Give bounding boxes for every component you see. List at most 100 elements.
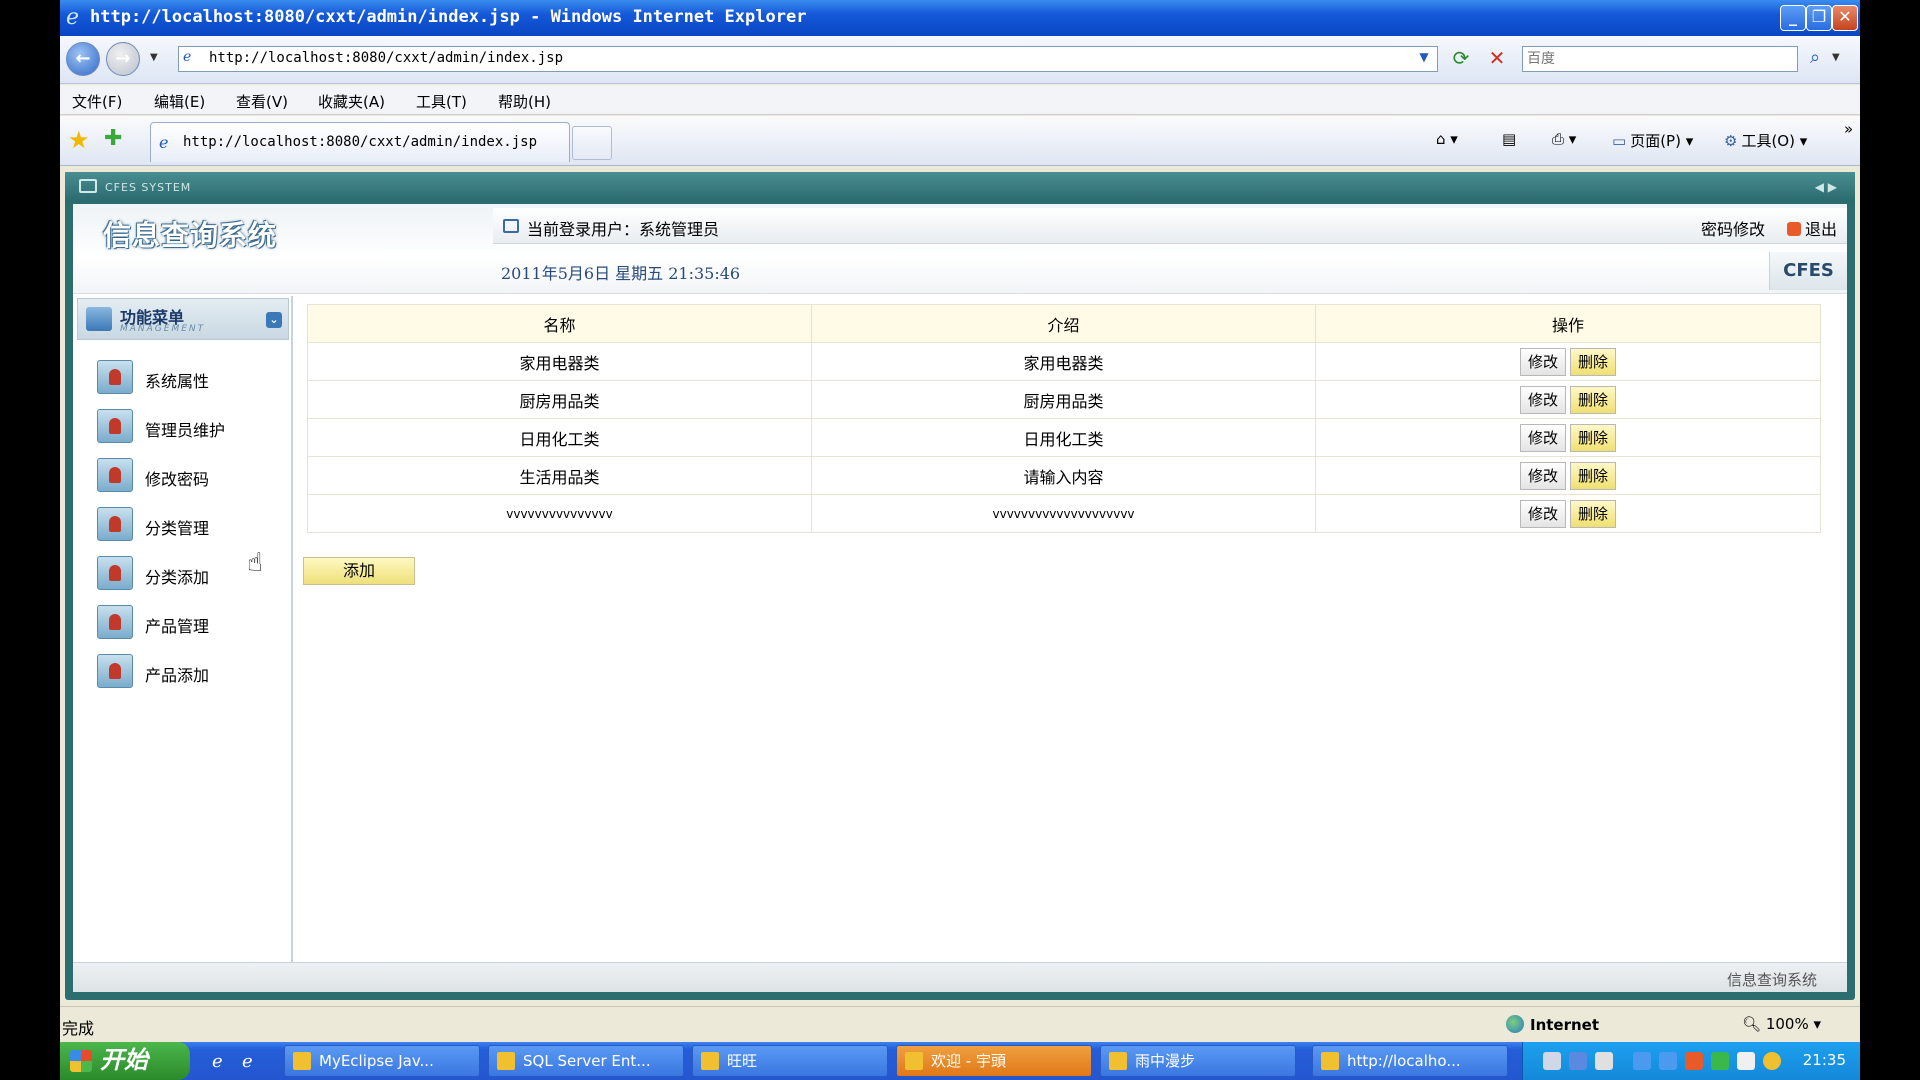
- network-icon[interactable]: [1595, 1052, 1613, 1070]
- address-bar[interactable]: e http://localhost:8080/cxxt/admin/index…: [178, 46, 1438, 72]
- menu-edit[interactable]: 编辑(E): [154, 91, 205, 112]
- menu-folder-icon: [86, 307, 112, 331]
- menu-help[interactable]: 帮助(H): [498, 91, 551, 112]
- tray-app-icon[interactable]: [1763, 1052, 1781, 1070]
- search-options-dropdown-icon[interactable]: ▼: [1832, 52, 1840, 63]
- edit-button[interactable]: 修改: [1520, 499, 1566, 528]
- user-card-icon: [97, 360, 133, 394]
- chevron-more-icon[interactable]: »: [1844, 120, 1853, 138]
- taskbar-item-music[interactable]: 欢迎 - 宇頭: [896, 1045, 1092, 1077]
- taskbar: 开始 e e MyEclipse Jav... SQL Server Ent..…: [60, 1042, 1860, 1080]
- delete-button[interactable]: 删除: [1570, 461, 1616, 490]
- sidebar-header[interactable]: 功能菜单 MANAGEMENT ⌄: [77, 298, 289, 340]
- ie-icon: [1321, 1052, 1339, 1070]
- logout-link[interactable]: 退出: [1786, 216, 1837, 240]
- address-url[interactable]: http://localhost:8080/cxxt/admin/index.j…: [209, 50, 563, 66]
- minimize-button[interactable]: _: [1780, 5, 1806, 31]
- tray-arrow-icon[interactable]: [1569, 1052, 1587, 1070]
- tray-app-icon[interactable]: [1685, 1052, 1703, 1070]
- feeds-icon[interactable]: ▤: [1502, 130, 1516, 148]
- edit-button[interactable]: 修改: [1520, 461, 1566, 490]
- edit-button[interactable]: 修改: [1520, 423, 1566, 452]
- taskbar-item-ie[interactable]: http://localho...: [1312, 1045, 1508, 1077]
- delete-button[interactable]: 删除: [1570, 423, 1616, 452]
- zoom-level[interactable]: 🔍︎ 100% ▾: [1742, 1015, 1821, 1033]
- search-box[interactable]: [1522, 46, 1798, 72]
- status-bar: 完成 Internet 🔍︎ 100% ▾: [60, 1006, 1860, 1042]
- magnifier-icon: 🔍︎: [1742, 1015, 1762, 1033]
- sidebar-item-admin-maintenance[interactable]: 管理员维护: [97, 407, 287, 447]
- forward-button[interactable]: →: [106, 42, 140, 76]
- frame-nav-arrows-icon[interactable]: ◀ ▶: [1815, 180, 1837, 194]
- taskbar-clock: 21:35: [1802, 1051, 1846, 1069]
- page-menu[interactable]: ▭ 页面(P) ▾: [1612, 130, 1693, 151]
- ie-logo-icon: e: [66, 5, 80, 30]
- tray-app-icon[interactable]: [1737, 1052, 1755, 1070]
- address-toolbar: ← → ▼ e http://localhost:8080/cxxt/admin…: [60, 36, 1860, 84]
- add-favorite-icon[interactable]: ✚: [104, 126, 122, 151]
- taskbar-item-rain[interactable]: 雨中漫步: [1100, 1045, 1296, 1077]
- sidebar-item-product-add[interactable]: 产品添加: [97, 652, 287, 692]
- edit-button[interactable]: 修改: [1520, 347, 1566, 376]
- menu-bar: 文件(F) 编辑(E) 查看(V) 收藏夹(A) 工具(T) 帮助(H): [60, 85, 1860, 115]
- new-tab-button[interactable]: [572, 126, 612, 160]
- sidebar-item-product-management[interactable]: 产品管理: [97, 603, 287, 643]
- address-dropdown-icon[interactable]: ▼: [1415, 50, 1433, 68]
- back-button[interactable]: ←: [66, 42, 100, 76]
- refresh-button[interactable]: ⟳: [1446, 44, 1476, 74]
- taskbar-item-myeclipse[interactable]: MyEclipse Jav...: [284, 1045, 480, 1077]
- tray-app-icon[interactable]: [1711, 1052, 1729, 1070]
- delete-button[interactable]: 删除: [1570, 385, 1616, 414]
- sidebar-subtitle: MANAGEMENT: [120, 324, 206, 334]
- menu-favorites[interactable]: 收藏夹(A): [318, 91, 385, 112]
- keyboard-icon[interactable]: [1543, 1052, 1561, 1070]
- cell-actions: 修改 删除: [1315, 380, 1821, 419]
- search-icon[interactable]: ⌕: [1802, 46, 1828, 72]
- taskbar-item-wangwang[interactable]: 旺旺: [692, 1045, 888, 1077]
- cell-actions: 修改 删除: [1315, 456, 1821, 495]
- add-button[interactable]: 添加: [303, 557, 415, 585]
- tab-current[interactable]: e http://localhost:8080/cxxt/admin/index…: [150, 122, 570, 162]
- sidebar-item-category-management[interactable]: 分类管理: [97, 505, 287, 545]
- search-input[interactable]: [1527, 49, 1787, 69]
- ie-quicklaunch-icon[interactable]: e: [242, 1051, 264, 1073]
- home-icon[interactable]: ⌂ ▾: [1436, 130, 1458, 148]
- monitor-icon: [79, 179, 97, 193]
- restore-button[interactable]: ❐: [1806, 5, 1832, 31]
- user-card-icon: [97, 605, 133, 639]
- app-logo-title: 信息查询系统: [103, 219, 278, 252]
- windows-flag-icon: [70, 1050, 92, 1072]
- menu-view[interactable]: 查看(V): [236, 91, 288, 112]
- cell-description: 家用电器类: [811, 342, 1316, 381]
- sidebar-item-label: 产品管理: [145, 617, 210, 636]
- menu-file[interactable]: 文件(F): [72, 91, 122, 112]
- column-header-actions: 操作: [1315, 304, 1821, 343]
- sidebar-item-system-properties[interactable]: 系统属性: [97, 358, 287, 398]
- sidebar-item-change-password[interactable]: 修改密码: [97, 456, 287, 496]
- tray-app-icon[interactable]: [1633, 1052, 1651, 1070]
- app-icon: [293, 1052, 311, 1070]
- stop-button[interactable]: ✕: [1482, 44, 1512, 74]
- collapse-chevron-icon[interactable]: ⌄: [266, 312, 282, 328]
- tray-app-icon[interactable]: [1659, 1052, 1677, 1070]
- taskbar-item-sqlserver[interactable]: SQL Server Ent...: [488, 1045, 684, 1077]
- user-window-icon: [503, 219, 519, 233]
- system-tray: 21:35: [1522, 1042, 1860, 1080]
- menu-tools[interactable]: 工具(T): [416, 91, 467, 112]
- print-icon[interactable]: ⎙ ▾: [1552, 130, 1576, 148]
- tools-menu[interactable]: ⚙ 工具(O) ▾: [1724, 130, 1807, 151]
- edit-button[interactable]: 修改: [1520, 385, 1566, 414]
- tab-page-icon: e: [159, 133, 169, 152]
- current-user-label: 当前登录用户：系统管理员: [527, 220, 720, 239]
- change-password-link[interactable]: 密码修改: [1701, 216, 1765, 240]
- user-card-icon: [97, 556, 133, 590]
- globe-icon: [1506, 1015, 1524, 1033]
- delete-button[interactable]: 删除: [1570, 347, 1616, 376]
- start-button[interactable]: 开始: [60, 1042, 190, 1080]
- history-dropdown-icon[interactable]: ▼: [150, 52, 158, 63]
- user-card-icon: [97, 409, 133, 443]
- close-button[interactable]: ✕: [1832, 5, 1858, 31]
- delete-button[interactable]: 删除: [1570, 499, 1616, 528]
- favorites-star-icon[interactable]: ★: [68, 126, 90, 154]
- ie-quicklaunch-icon[interactable]: e: [212, 1051, 234, 1073]
